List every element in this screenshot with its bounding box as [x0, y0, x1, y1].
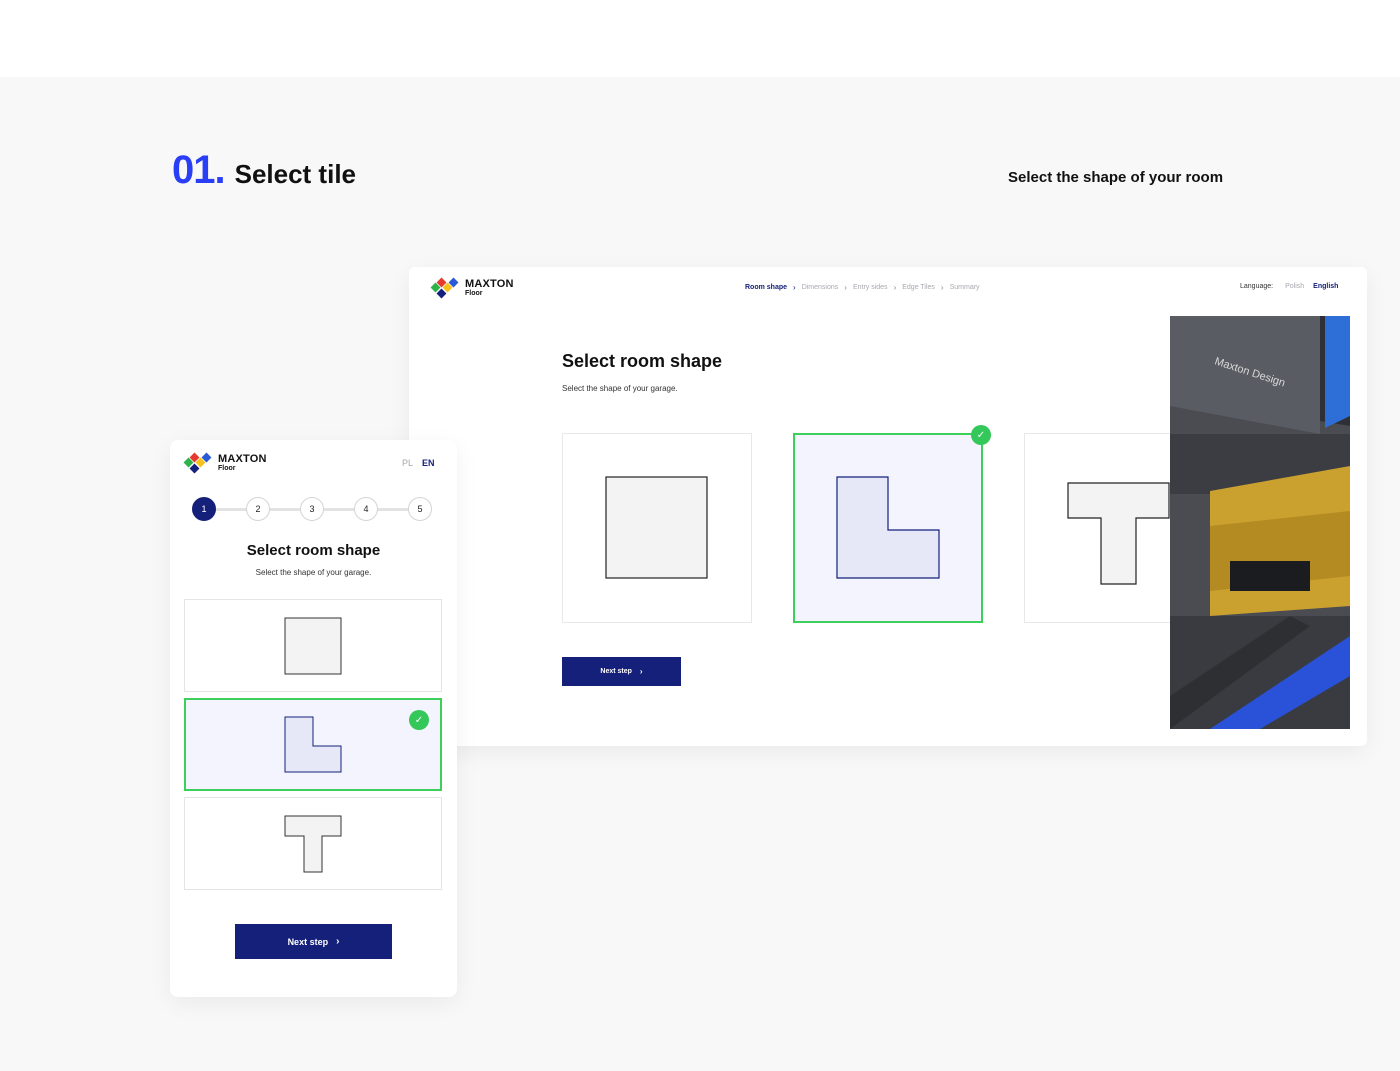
brand-sub: Floor — [218, 465, 236, 472]
check-icon: ✓ — [409, 710, 429, 730]
section-number: 01. — [172, 148, 226, 192]
language-label: Language: — [1240, 283, 1274, 290]
chevron-right-icon: › — [893, 283, 897, 292]
shape-option-square[interactable] — [184, 599, 442, 692]
step-dot-5[interactable]: 5 — [408, 497, 432, 521]
mobile-mockup: MAXTON Floor PL EN 1 2 3 4 5 Select room… — [170, 440, 457, 997]
chevron-right-icon: › — [639, 667, 643, 676]
next-step-label: Next step — [600, 668, 632, 675]
step-room-shape[interactable]: Room shape — [745, 284, 787, 291]
shape-option-square[interactable] — [562, 433, 752, 623]
square-shape-icon — [284, 617, 342, 675]
language-switcher: Language: Polish English — [1240, 283, 1347, 290]
logo-mark-icon — [183, 452, 212, 474]
step-dot-3[interactable]: 3 — [300, 497, 324, 521]
shape-option-l-shape[interactable] — [793, 433, 983, 623]
chevron-right-icon: › — [336, 936, 340, 947]
chevron-right-icon: › — [940, 283, 944, 292]
brand-logo[interactable]: MAXTON Floor — [430, 277, 514, 299]
next-step-button[interactable]: Next step › — [235, 924, 392, 959]
step-breadcrumb: Room shape › Dimensions › Entry sides › … — [745, 283, 986, 292]
shape-option-l-shape[interactable] — [184, 698, 442, 791]
check-icon: ✓ — [971, 425, 991, 445]
logo-mark-icon — [430, 277, 459, 299]
brand-sub: Floor — [465, 290, 483, 297]
page-description: Select the shape of your garage. — [562, 384, 678, 393]
section-subtitle: Select the shape of your room — [1008, 169, 1224, 186]
brand-name: MAXTON — [218, 453, 267, 465]
page-title: Select room shape — [562, 351, 723, 371]
step-progress: 1 2 3 4 5 — [192, 497, 432, 521]
language-option-en[interactable]: EN — [422, 458, 435, 468]
step-dot-1[interactable]: 1 — [192, 497, 216, 521]
step-dot-4[interactable]: 4 — [354, 497, 378, 521]
section-title: Select tile — [234, 159, 357, 189]
step-edge-tiles[interactable]: Edge Tiles — [902, 284, 935, 291]
chevron-right-icon: › — [793, 283, 796, 292]
t-shape-icon — [284, 815, 342, 873]
next-step-button[interactable]: Next step › — [562, 657, 681, 686]
language-option-english[interactable]: English — [1313, 283, 1338, 290]
garage-photo: Maxton Design — [1170, 316, 1350, 729]
step-summary[interactable]: Summary — [950, 284, 980, 291]
l-shape-icon — [284, 716, 342, 773]
top-bar — [0, 0, 1400, 77]
brand-logo[interactable]: MAXTON Floor — [183, 452, 267, 474]
brand-name: MAXTON — [465, 278, 514, 290]
step-entry-sides[interactable]: Entry sides — [853, 284, 888, 291]
language-switcher: PL EN — [402, 458, 444, 468]
page-title: Select room shape — [246, 542, 381, 559]
desktop-mockup: MAXTON Floor Room shape › Dimensions › E… — [409, 267, 1367, 746]
step-dimensions[interactable]: Dimensions — [802, 284, 839, 291]
next-step-label: Next step — [287, 936, 329, 947]
shape-option-t-shape[interactable] — [184, 797, 442, 890]
page-description: Select the shape of your garage. — [255, 568, 372, 577]
square-shape-icon — [605, 476, 708, 579]
language-option-polish[interactable]: Polish — [1285, 283, 1304, 290]
language-option-pl[interactable]: PL — [402, 458, 413, 468]
l-shape-icon — [836, 476, 940, 579]
section-heading: 01. Select tile — [172, 148, 356, 193]
garage-photo-image: Maxton Design — [1170, 316, 1350, 729]
step-dot-2[interactable]: 2 — [246, 497, 270, 521]
chevron-right-icon: › — [844, 283, 847, 292]
